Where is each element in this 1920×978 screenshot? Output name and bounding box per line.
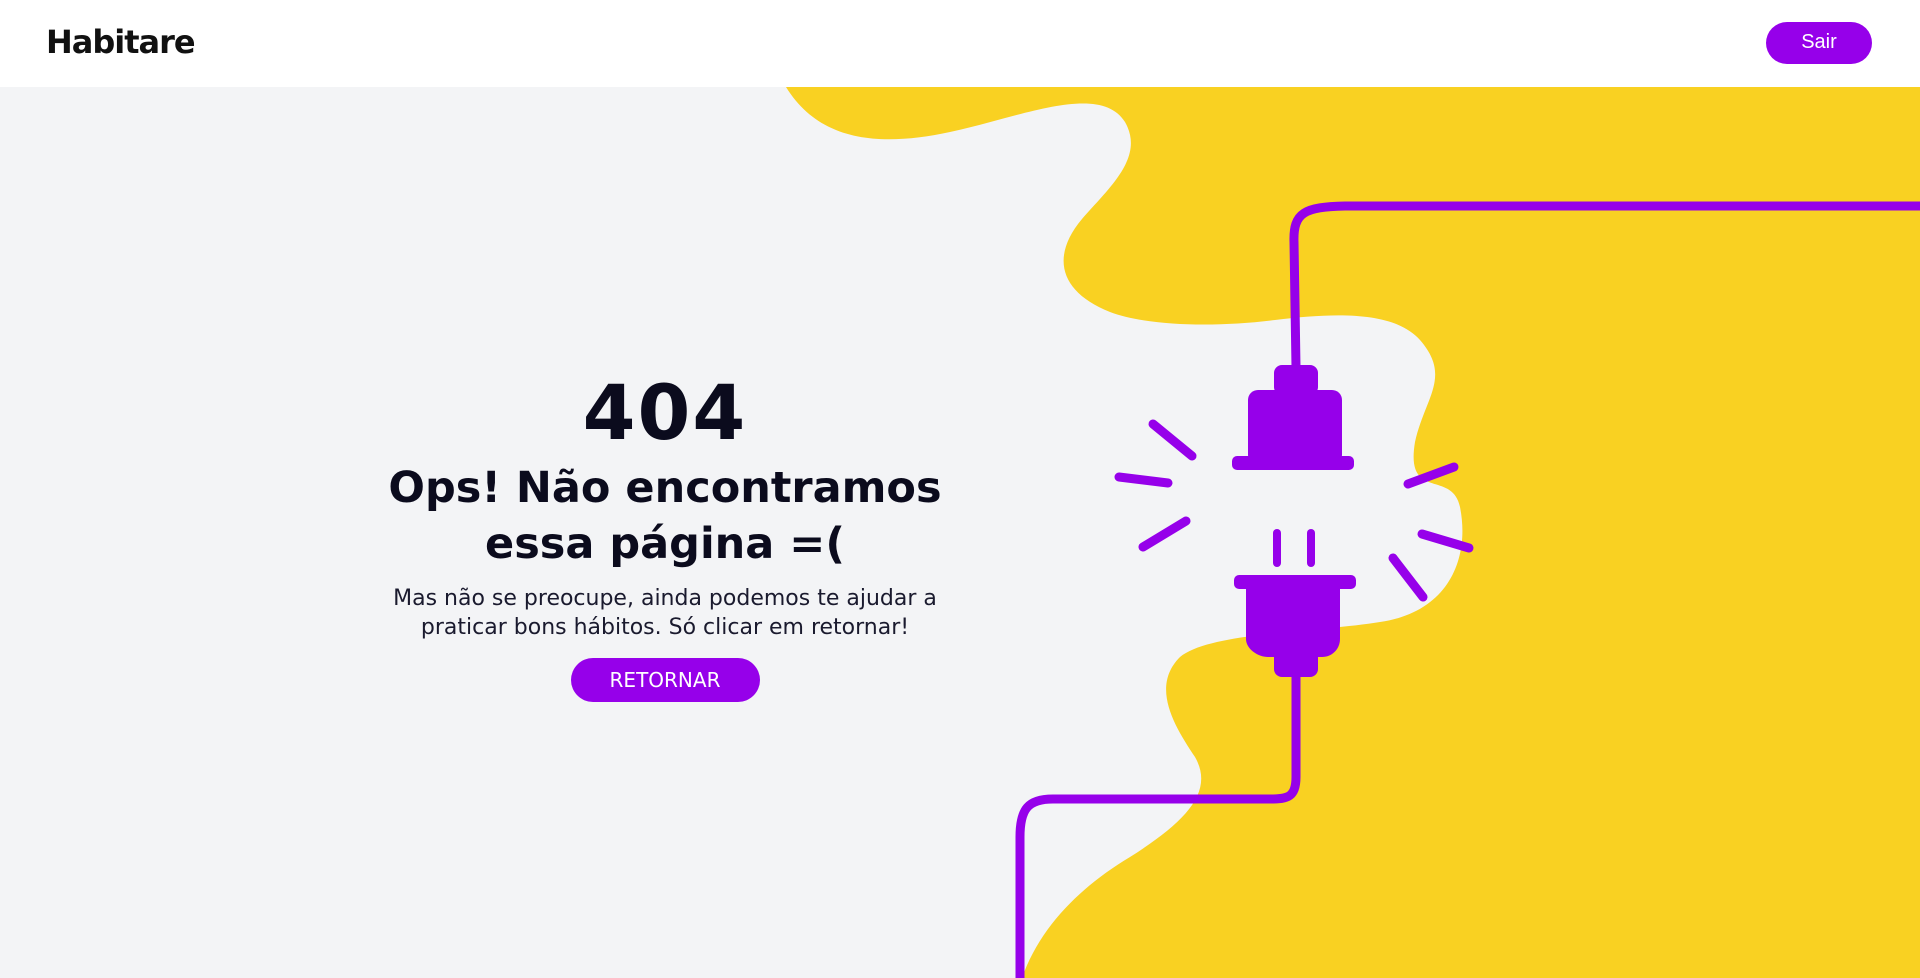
logout-button[interactable]: Sair [1766, 21, 1872, 64]
return-button[interactable]: RETORNAR [570, 658, 760, 702]
error-page: 404 Ops! Não encontramos essa página =( … [0, 87, 1920, 978]
socket-plug [1232, 365, 1354, 470]
error-message: 404 Ops! Não encontramos essa página =( … [300, 370, 1030, 702]
brand-logo[interactable]: Habitare [46, 23, 196, 61]
top-bar: Habitare Sair [0, 0, 1920, 87]
error-description: Mas não se preocupe, ainda podemos te aj… [393, 586, 937, 640]
error-code: 404 [582, 368, 748, 457]
error-title: Ops! Não encontramos essa página =( [388, 463, 942, 569]
